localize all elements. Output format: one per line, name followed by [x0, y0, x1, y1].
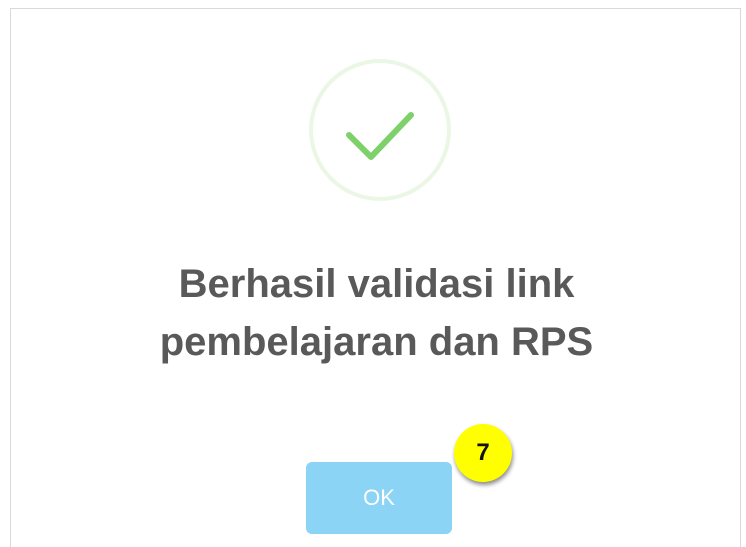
dialog-title-line-2: pembelajaran dan RPS — [159, 320, 594, 364]
success-dialog: Berhasil validasi link pembelajaran dan … — [10, 8, 741, 547]
dialog-title: Berhasil validasi link pembelajaran dan … — [11, 255, 742, 371]
step-number-badge: 7 — [454, 424, 512, 482]
ok-button[interactable]: OK — [306, 462, 452, 534]
dialog-title-line-1: Berhasil validasi link — [178, 262, 575, 306]
success-check-icon — [309, 59, 451, 201]
checkmark-icon — [346, 112, 414, 160]
checkmark-stroke — [346, 112, 414, 160]
